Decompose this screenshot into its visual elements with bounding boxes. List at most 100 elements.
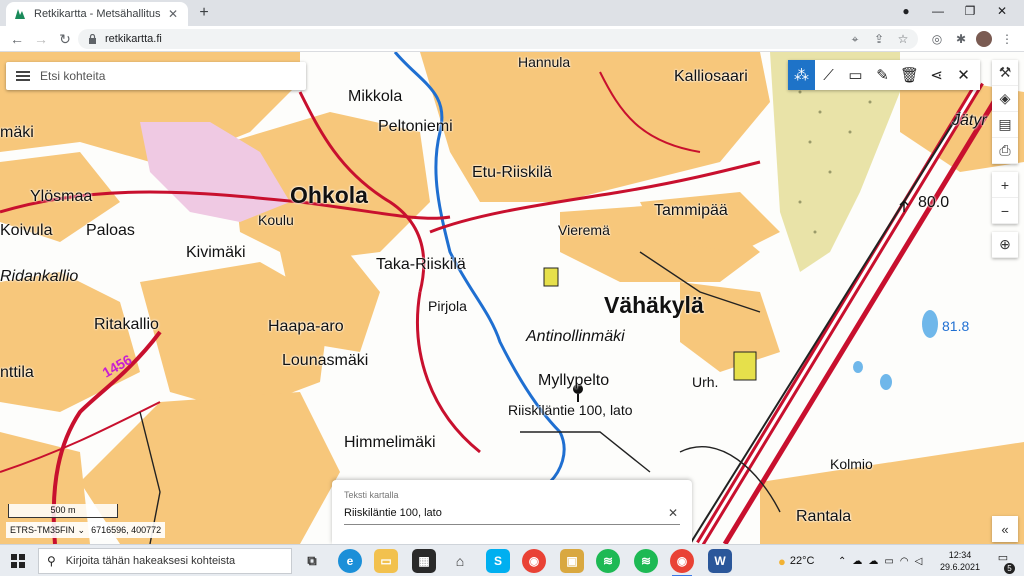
back-icon[interactable]: ← [8, 30, 26, 48]
browser-tab-strip: Retkikartta - Metsähallitus ✕ + ● — ❐ ✕ [0, 0, 1024, 26]
map-label: Etu-Riiskilä [472, 164, 553, 181]
coordinate-system-label: ETRS-TM35FIN [10, 525, 75, 535]
reload-icon[interactable]: ↻ [56, 30, 74, 48]
search-input[interactable]: Etsi kohteita [6, 62, 306, 90]
spotify-icon[interactable]: ≋ [596, 549, 620, 573]
clock[interactable]: 12:34 29.6.2021 [935, 549, 985, 573]
browser-tab[interactable]: Retkikartta - Metsähallitus ✕ [6, 2, 188, 26]
taskbar-search-input[interactable]: ⚲ Kirjoita tähän hakeaksesi kohteista [38, 548, 292, 574]
notification-icon[interactable]: ▭ 5 [992, 551, 1015, 574]
notification-badge: 5 [1004, 563, 1015, 574]
coordinate-system-select[interactable]: ETRS-TM35FIN ⌄ [10, 525, 85, 536]
extension-icon[interactable]: ◎ [928, 30, 946, 48]
print-icon[interactable]: ⎙ [992, 138, 1018, 164]
address-bar[interactable]: retkikartta.fi [78, 29, 918, 49]
layers-icon[interactable]: ◈ [992, 86, 1018, 112]
map-canvas[interactable]: 1456 Hannula Kalliosaari Mikkola Peltoni… [0, 52, 1024, 544]
retkikartta-favicon-icon [15, 9, 25, 19]
home-icon[interactable]: ⌂ [448, 549, 472, 573]
edit-pencil-icon[interactable]: ✎ [869, 60, 896, 90]
map-label: Antinollinmäki [526, 328, 625, 345]
minimize-icon[interactable]: — [928, 4, 948, 18]
chrome-active-icon[interactable]: ◉ [670, 549, 694, 576]
task-view-icon[interactable]: ⧉ [300, 549, 324, 573]
notes-app-icon[interactable]: ▣ [560, 549, 584, 573]
chevron-up-icon[interactable]: ⌃ [838, 556, 846, 567]
chevron-down-icon: ⌄ [77, 524, 86, 535]
clear-text-icon[interactable]: ✕ [666, 506, 680, 520]
bookmark-star-icon[interactable]: ☆ [894, 30, 912, 48]
store-icon[interactable]: ▦ [412, 549, 436, 573]
tab-title: Retkikartta - Metsähallitus [34, 8, 161, 20]
map-label: Ridankallio [0, 268, 79, 285]
share-icon[interactable]: ⋖ [923, 60, 950, 90]
map-label: Kalliosaari [674, 68, 748, 85]
file-explorer-icon[interactable]: ▭ [374, 549, 398, 573]
card-caption: Teksti kartalla [344, 490, 399, 500]
onedrive-icon[interactable]: ☁ [868, 556, 878, 567]
map-label: Rantala [796, 508, 852, 525]
delete-trash-icon[interactable]: 🗑 [896, 60, 923, 90]
map-label: 81.8 [942, 318, 970, 334]
volume-icon[interactable]: ◁ [915, 556, 923, 567]
draw-area-icon[interactable]: ▭ [842, 60, 869, 90]
tab-close-icon[interactable]: ✕ [166, 7, 180, 21]
forward-icon[interactable]: → [32, 30, 50, 48]
draw-point-icon[interactable]: ⁂ [788, 60, 815, 90]
edge-icon[interactable]: e [338, 549, 362, 573]
lock-icon [89, 34, 96, 44]
search-icon: ⚲ [47, 554, 56, 568]
avatar[interactable] [976, 31, 992, 47]
wifi-icon[interactable]: ◠ [900, 556, 909, 567]
cloud-icon[interactable]: ☁ [852, 556, 862, 567]
locate-me-icon[interactable]: ⊕ [992, 232, 1018, 258]
menu-icon[interactable] [16, 71, 30, 81]
puzzle-extensions-icon[interactable]: ✱ [952, 30, 970, 48]
map-text-card: Teksti kartalla Riiskiläntie 100, lato ✕ [332, 480, 692, 544]
profile-menu-icon[interactable]: ● [896, 4, 916, 18]
map-label: Koulu [258, 212, 294, 228]
close-window-icon[interactable]: ✕ [992, 4, 1012, 18]
new-tab-icon[interactable]: + [196, 4, 212, 22]
map-label: Ritakallio [94, 316, 159, 333]
map-label: Haapa-aro [268, 318, 344, 335]
map-label: Lounasmäki [282, 352, 369, 369]
map-label: Vähäkylä [604, 292, 704, 318]
location-icon[interactable]: ⌖ [846, 30, 864, 48]
windows-taskbar: ⚲ Kirjoita tähän hakeaksesi kohteista ⧉ … [0, 544, 1024, 576]
coordinate-value: 6716596, 400772 [91, 525, 162, 535]
collapse-panel-icon[interactable]: « [992, 516, 1018, 542]
map-label: Urh. [692, 374, 719, 390]
map-tools: ⚒ ◈ ▤ ⎙ + − ⊕ [992, 60, 1018, 266]
network-icon[interactable]: ▭ [884, 556, 893, 567]
weather-widget[interactable]: ● 22°C [778, 545, 814, 576]
map-label: Ohkola [290, 182, 368, 208]
start-button[interactable] [0, 545, 36, 576]
map-label: Paloas [86, 222, 135, 239]
share-page-icon[interactable]: ⇪ [870, 30, 888, 48]
map-label: Pirjola [428, 298, 467, 314]
tools-icon[interactable]: ⚒ [992, 60, 1018, 86]
close-drawing-icon[interactable]: ✕ [950, 60, 977, 90]
sun-icon: ● [778, 553, 786, 569]
spotify-icon[interactable]: ≋ [634, 549, 658, 573]
map-text-input[interactable]: Riiskiläntie 100, lato [344, 507, 666, 519]
map-label: mäki [0, 124, 34, 141]
word-icon[interactable]: W [708, 549, 732, 573]
zoom-in-icon[interactable]: + [992, 172, 1018, 198]
map-label: 80.0 [918, 194, 950, 211]
chrome-menu-icon[interactable]: ⋮ [998, 30, 1016, 48]
skype-icon[interactable]: S [486, 549, 510, 573]
draw-line-icon[interactable]: ⟋ [815, 60, 842, 90]
zoom-out-icon[interactable]: − [992, 198, 1018, 224]
chrome-icon[interactable]: ◉ [522, 549, 546, 573]
url-text: retkikartta.fi [105, 33, 162, 45]
map-label: Jätyr [952, 112, 987, 129]
restore-icon[interactable]: ❐ [960, 4, 980, 18]
map-label: Taka-Riiskilä [376, 256, 466, 273]
measure-icon[interactable]: ▤ [992, 112, 1018, 138]
windows-logo-icon [11, 554, 25, 568]
search-placeholder: Etsi kohteita [40, 69, 106, 83]
clock-date: 29.6.2021 [939, 562, 981, 572]
map-label: Peltoniemi [378, 118, 453, 135]
